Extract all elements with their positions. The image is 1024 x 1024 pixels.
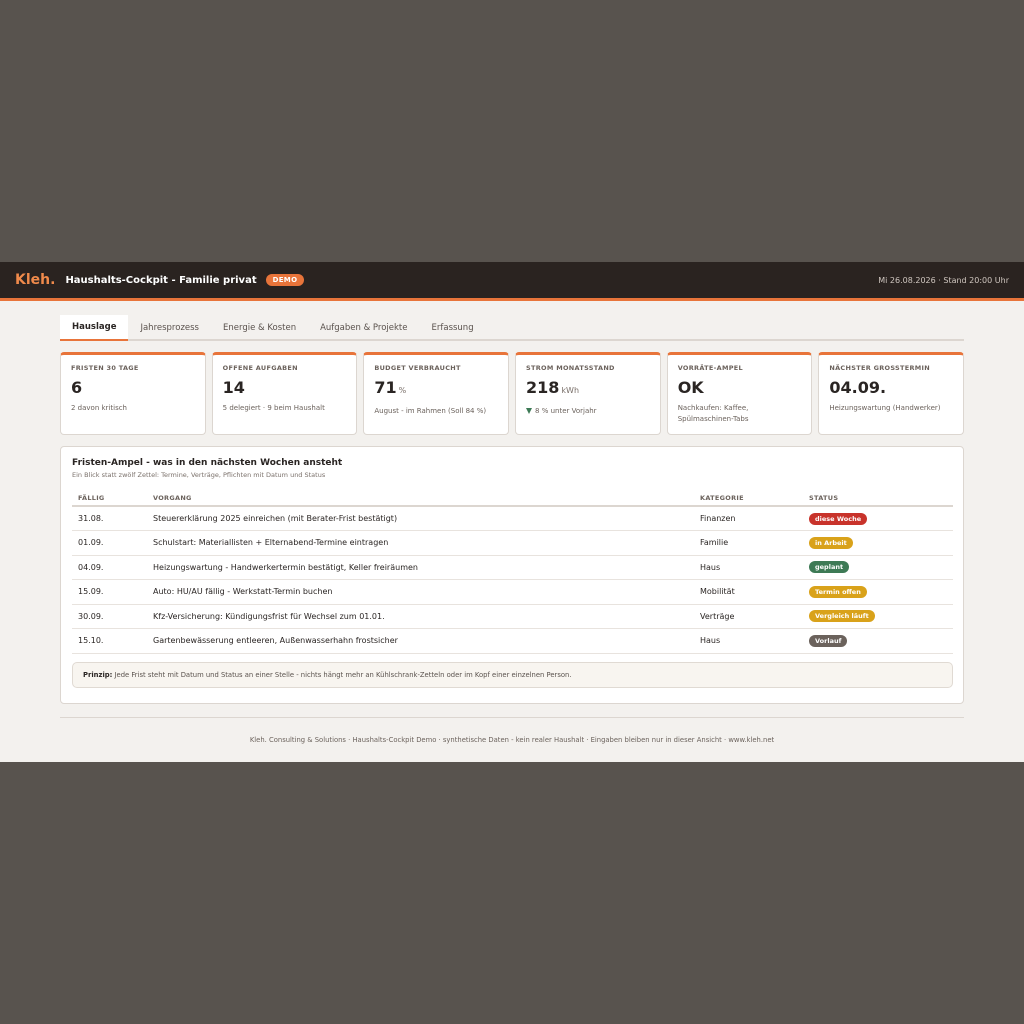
- kpi-label: STROM MONATSSTAND: [526, 364, 615, 372]
- note-text: Jede Frist steht mit Datum und Status an…: [112, 670, 572, 679]
- demo-badge: DEMO: [265, 274, 305, 286]
- table-row[interactable]: 15.09. Auto: HU/AU fällig - Werkstatt-Te…: [72, 579, 953, 605]
- cell-status: in Arbeit: [803, 530, 953, 556]
- kpi-value: 04.09.: [829, 378, 887, 397]
- trend-down-icon: [526, 408, 533, 414]
- cell-task: Schulstart: Materiallisten + Elternabend…: [147, 530, 694, 556]
- kpi-sub: 8 % unter Vorjahr: [526, 406, 650, 417]
- column-header-faellig[interactable]: FÄLLIG: [72, 490, 147, 507]
- kpi-sub: 2 davon kritisch: [71, 404, 127, 412]
- cell-due: 15.09.: [72, 579, 147, 605]
- status-badge: Vergleich läuft: [809, 610, 875, 623]
- cell-status: diese Woche: [803, 506, 953, 531]
- kpi-card-strom[interactable]: STROM MONATSSTAND 218 kWh 8 % unter Vorja…: [515, 352, 661, 435]
- status-badge: Vorlauf: [809, 634, 848, 647]
- cell-task: Steuererklärung 2025 einreichen (mit Ber…: [147, 506, 694, 531]
- cell-task: Gartenbewässerung entleeren, Außenwasser…: [147, 628, 694, 654]
- kpi-label: NÄCHSTER GROSSTERMIN: [829, 364, 931, 372]
- top-bar: Kleh. Haushalts-Cockpit - Familie privat…: [0, 262, 1024, 301]
- status-badge: Termin offen: [809, 585, 867, 598]
- cell-status: Vergleich läuft: [803, 604, 953, 629]
- cell-category: Finanzen: [694, 506, 803, 531]
- table-row[interactable]: 15.10. Gartenbewässerung entleeren, Auße…: [72, 628, 953, 654]
- date-stamp: Mi 26.08.2026 · Stand 20:00 Uhr: [878, 275, 1009, 285]
- brand-logo[interactable]: Kleh.: [15, 272, 55, 288]
- kpi-label: OFFENE AUFGABEN: [222, 364, 298, 372]
- kpi-value: 6: [71, 378, 83, 397]
- status-badge: diese Woche: [809, 512, 868, 525]
- fristen-table: FÄLLIG VORGANG KATEGORIE STATUS 31.08. S…: [72, 490, 953, 654]
- table-row[interactable]: 30.09. Kfz-Versicherung: Kündigungsfrist…: [72, 604, 953, 629]
- tab-energie-kosten[interactable]: Energie & Kosten: [211, 315, 308, 341]
- tab-hauslage[interactable]: Hauslage: [60, 315, 129, 341]
- column-header-status[interactable]: STATUS: [803, 490, 953, 507]
- kpi-unit: %: [398, 386, 407, 395]
- kpi-sub: Heizungswartung (Handwerker): [829, 404, 941, 412]
- kpi-label: BUDGET VERBRAUCHT: [374, 364, 461, 372]
- note-label: Prinzip:: [83, 670, 113, 679]
- kpi-sub: Nachkaufen: Kaffee, Spülmaschinen-Tabs: [677, 404, 749, 423]
- tab-bar: Hauslage Jahresprozess Energie & Kosten …: [60, 315, 964, 341]
- status-badge: geplant: [809, 561, 850, 574]
- kpi-value: 71%: [374, 378, 407, 397]
- kpi-sub: 5 delegiert · 9 beim Haushalt: [222, 404, 325, 412]
- principle-note: Prinzip: Jede Frist steht mit Datum und …: [72, 661, 953, 688]
- kpi-label: VORRÄTE-AMPEL: [677, 364, 743, 372]
- tab-aufgaben-projekte[interactable]: Aufgaben & Projekte: [308, 315, 419, 341]
- table-row[interactable]: 31.08. Steuererklärung 2025 einreichen (…: [72, 506, 953, 531]
- app-title: Haushalts-Cockpit - Familie privat: [65, 274, 257, 286]
- kpi-label: FRISTEN 30 TAGE: [71, 364, 139, 372]
- kpi-row: FRISTEN 30 TAGE 6 2 davon kritisch OFFEN…: [60, 352, 965, 435]
- cell-status: Vorlauf: [803, 628, 953, 654]
- cell-category: Haus: [694, 628, 803, 654]
- table-row[interactable]: 01.09. Schulstart: Materiallisten + Elte…: [72, 530, 953, 556]
- cell-task: Auto: HU/AU fällig - Werkstatt-Termin bu…: [147, 579, 694, 605]
- cell-due: 15.10.: [72, 628, 147, 654]
- column-header-vorgang[interactable]: VORGANG: [147, 490, 694, 507]
- cell-status: geplant: [803, 555, 953, 580]
- panel-subtitle: Ein Blick statt zwölf Zettel: Termine, V…: [72, 471, 326, 479]
- cell-category: Verträge: [694, 604, 803, 629]
- cell-due: 01.09.: [72, 530, 147, 556]
- cell-task: Kfz-Versicherung: Kündigungsfrist für We…: [147, 604, 694, 629]
- table-row[interactable]: 04.09. Heizungswartung - Handwerkertermi…: [72, 555, 953, 580]
- cell-task: Heizungswartung - Handwerkertermin bestä…: [147, 555, 694, 580]
- kpi-unit: kWh: [561, 386, 580, 395]
- cell-due: 04.09.: [72, 555, 147, 580]
- cell-status: Termin offen: [803, 579, 953, 605]
- status-badge: in Arbeit: [809, 536, 853, 549]
- cell-category: Haus: [694, 555, 803, 580]
- kpi-value: 14: [222, 378, 245, 397]
- kpi-card-vorraete[interactable]: VORRÄTE-AMPEL OK Nachkaufen: Kaffee, Spü…: [666, 352, 813, 435]
- panel-title: Fristen-Ampel - was in den nächsten Woch…: [72, 458, 343, 468]
- kpi-value: 218 kWh: [526, 378, 580, 397]
- cell-category: Familie: [694, 530, 803, 556]
- tab-erfassung[interactable]: Erfassung: [420, 315, 486, 341]
- cell-due: 31.08.: [72, 506, 147, 531]
- column-header-kategorie[interactable]: KATEGORIE: [694, 490, 803, 507]
- fristen-panel: Fristen-Ampel - was in den nächsten Woch…: [60, 446, 964, 704]
- app-window: Kleh. Haushalts-Cockpit - Familie privat…: [0, 262, 1024, 762]
- footer-divider: [60, 717, 964, 718]
- cell-due: 30.09.: [72, 604, 147, 629]
- kpi-card-grosstermin[interactable]: NÄCHSTER GROSSTERMIN 04.09. Heizungswart…: [818, 352, 965, 435]
- kpi-sub: August - im Rahmen (Soll 84 %): [374, 407, 487, 415]
- kpi-card-fristen[interactable]: FRISTEN 30 TAGE 6 2 davon kritisch: [60, 352, 206, 435]
- footer-text: Kleh. Consulting & Solutions · Haushalts…: [249, 736, 775, 744]
- cell-category: Mobilität: [694, 579, 803, 605]
- tab-jahresprozess[interactable]: Jahresprozess: [128, 315, 211, 341]
- kpi-card-aufgaben[interactable]: OFFENE AUFGABEN 14 5 delegiert · 9 beim …: [211, 352, 358, 435]
- kpi-value: OK: [677, 378, 704, 397]
- kpi-card-budget[interactable]: BUDGET VERBRAUCHT 71% August - im Rahmen…: [363, 352, 510, 435]
- table-header-row: FÄLLIG VORGANG KATEGORIE STATUS: [72, 490, 953, 507]
